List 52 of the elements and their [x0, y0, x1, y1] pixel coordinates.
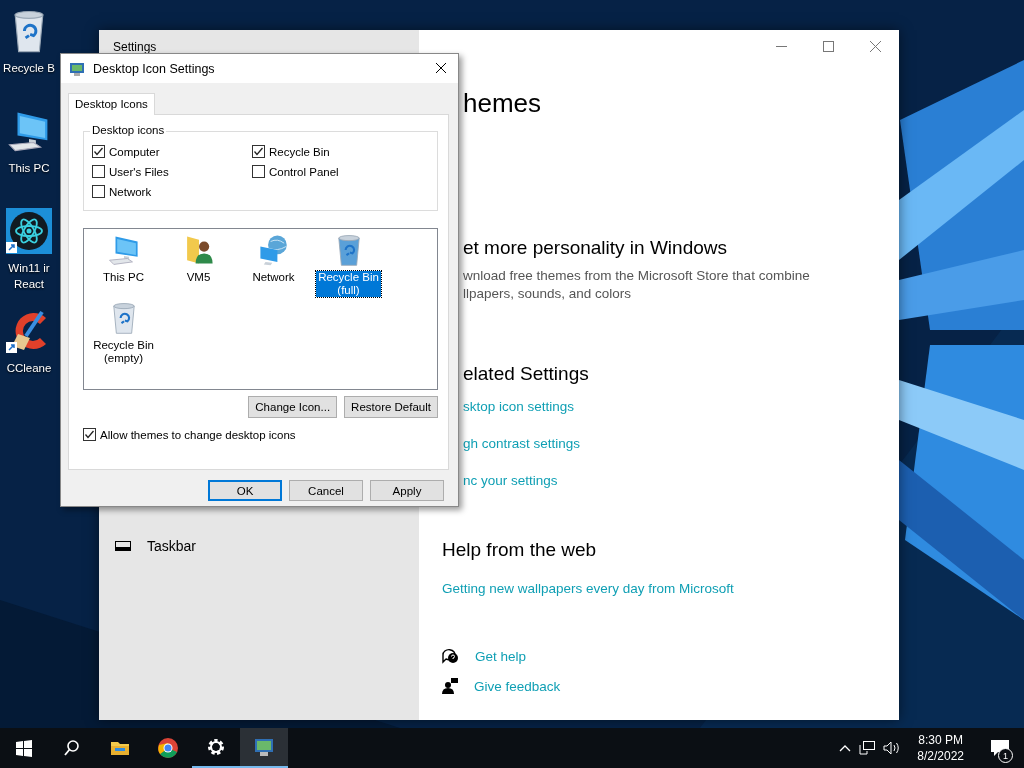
monitor-icon [69, 60, 85, 77]
icon-label[interactable]: This PC [101, 271, 146, 284]
icon-button[interactable]: Change Icon... [248, 396, 338, 418]
taskbar-button[interactable] [240, 728, 288, 768]
section-heading: elated Settings [463, 363, 590, 385]
checkbox[interactable] [92, 145, 105, 158]
monitor-icon [253, 736, 275, 758]
checkbox[interactable] [92, 185, 105, 198]
checkbox-label[interactable]: Recycle Bin [269, 145, 330, 158]
checkbox[interactable] [83, 428, 96, 441]
checkbox-label[interactable]: Computer [109, 145, 160, 158]
icon-button[interactable]: Restore Default [344, 396, 438, 418]
icon-label[interactable]: Recycle Bin (full) [316, 271, 381, 297]
checkbox-label[interactable]: Network [109, 185, 152, 198]
group-legend: Desktop icons [90, 124, 167, 136]
desktop-icon-label[interactable]: Win11 ir React [8, 260, 50, 292]
icon-label[interactable]: Network [250, 271, 297, 284]
chat-help-icon [442, 648, 459, 664]
icon-label[interactable]: Recycle Bin (empty) [91, 339, 156, 365]
section-description: wnload free themes from the Microsoft Store that combine llpapers, sounds, and colors [463, 267, 811, 303]
checkbox[interactable] [252, 145, 265, 158]
dialog-button[interactable]: OK [208, 480, 282, 501]
desktop-icon-label[interactable]: CCleane [6, 360, 52, 376]
atom-icon [6, 208, 52, 254]
clock-time[interactable]: 8:30 PM [918, 732, 963, 748]
notification-badge: 1 [998, 748, 1013, 763]
speaker-icon[interactable] [883, 741, 902, 755]
clock-date[interactable]: 8/2/2022 [917, 748, 964, 764]
chevron-up-icon[interactable] [839, 744, 852, 752]
taskbar-icon [115, 541, 131, 551]
dialog-button[interactable]: Apply [370, 480, 444, 501]
icon-label[interactable]: VM5 [184, 271, 213, 284]
windows-logo-icon [13, 737, 35, 759]
tab[interactable]: Desktop Icons [68, 93, 155, 115]
person-feedback-icon [442, 678, 458, 694]
checkbox-label[interactable]: Control Panel [269, 165, 339, 178]
dialog-button[interactable]: Cancel [289, 480, 363, 501]
checkbox[interactable] [252, 165, 265, 178]
checkbox[interactable] [92, 165, 105, 178]
section-heading: et more personality in Windows [463, 237, 728, 259]
section-heading: Help from the web [442, 539, 598, 561]
checkbox-label[interactable]: User's Files [109, 165, 169, 178]
checkbox-label[interactable]: Allow themes to change desktop icons [100, 428, 296, 441]
dialog-title: Desktop Icon Settings [93, 61, 216, 76]
chrome-icon [157, 737, 179, 759]
window-title: Settings [113, 40, 158, 56]
gear-icon [205, 736, 227, 758]
page-heading: hemes [463, 88, 543, 119]
nav-item[interactable]: Taskbar [147, 538, 197, 554]
desktop-icon-label[interactable]: Recycle B [3, 60, 55, 76]
network-icon[interactable] [859, 741, 876, 755]
desktop-icon-label[interactable]: This PC [8, 160, 50, 176]
